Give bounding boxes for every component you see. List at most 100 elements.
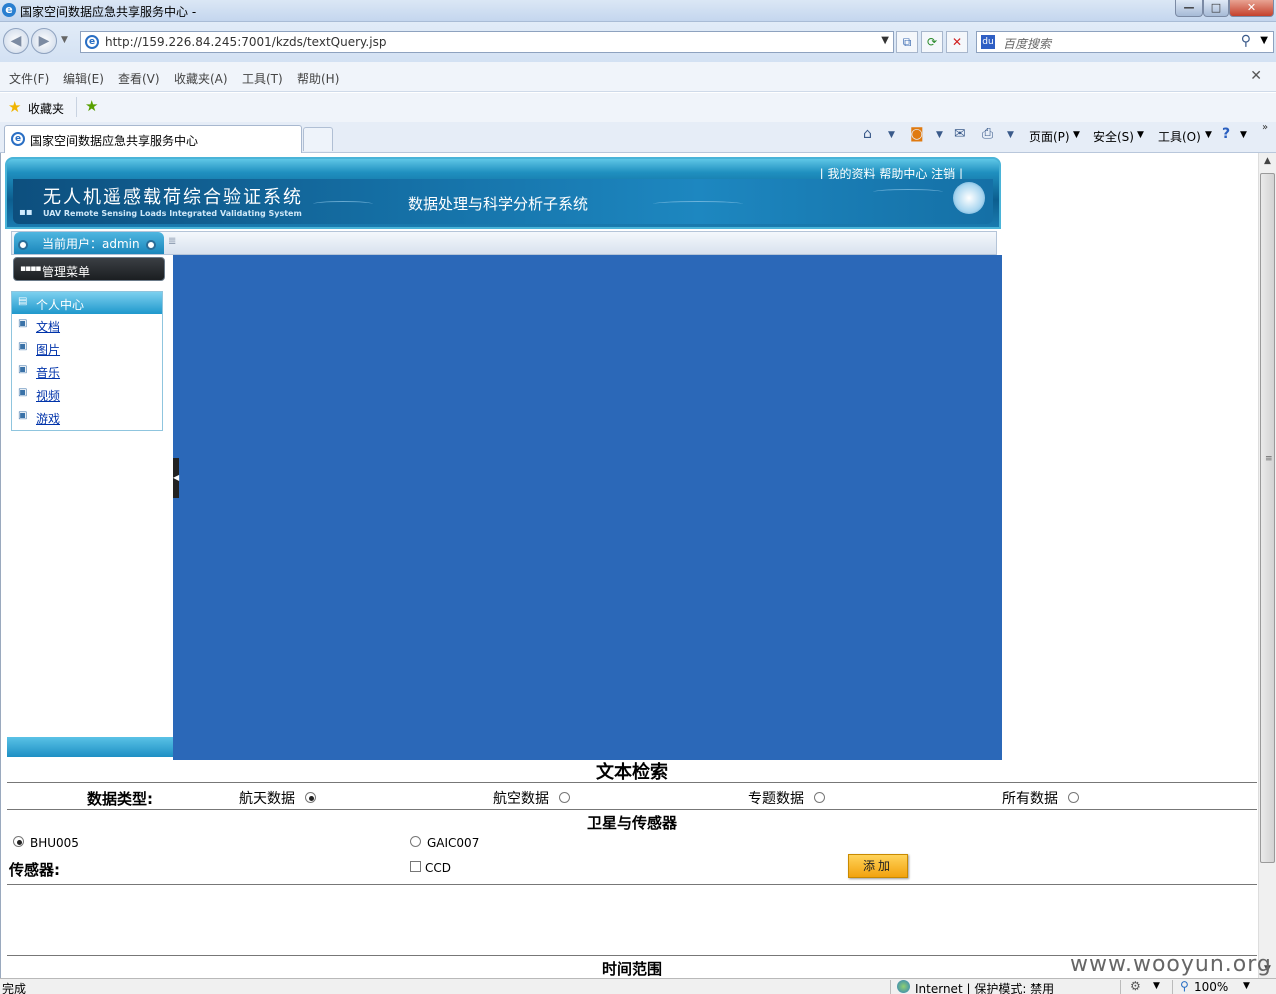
scroll-up-icon[interactable]: ▲ (1259, 153, 1276, 170)
sidebar-item-video[interactable]: ▣ 视频 (18, 385, 158, 405)
security-zone[interactable]: Internet | 保护模式: 禁用 (915, 980, 1054, 994)
radio-button[interactable] (1068, 791, 1079, 803)
sidebar-item-games[interactable]: ▣ 游戏 (18, 408, 158, 428)
url-dropdown-icon[interactable]: ▼ (881, 35, 889, 46)
address-bar-area: ◀ ▶ ▼ e http://159.226.84.245:7001/kzds/… (0, 22, 1276, 62)
menu-help[interactable]: 帮助(H) (297, 70, 339, 87)
print-dropdown-icon[interactable]: ▼ (1007, 130, 1014, 140)
data-type-option-space[interactable]: 航天数据 (239, 788, 316, 808)
search-box[interactable]: du 百度搜索 ⚲ ▼ (976, 31, 1274, 53)
zoom-level[interactable]: 100% (1194, 980, 1228, 994)
tools-menu[interactable]: 工具(O) (1158, 128, 1201, 145)
checkbox[interactable] (410, 861, 421, 872)
radio-button[interactable] (559, 791, 570, 803)
option-label: 专题数据 (748, 791, 804, 807)
menu-favorites[interactable]: 收藏夹(A) (174, 70, 228, 87)
current-user-pill: 当前用户：admin (14, 232, 164, 254)
zoom-icon[interactable]: ⚲ (1180, 979, 1189, 993)
page-ie-icon: e (85, 35, 99, 49)
home-icon[interactable]: ⌂ (863, 126, 872, 142)
menu-file[interactable]: 文件(F) (9, 70, 49, 87)
sidebar-item-label[interactable]: 文档 (36, 318, 60, 335)
minimize-button[interactable]: — (1175, 0, 1203, 17)
sidebar-item-documents[interactable]: ▣ 文档 (18, 316, 158, 336)
ie-app-icon: e (2, 3, 16, 17)
url-text[interactable]: http://159.226.84.245:7001/kzds/textQuer… (105, 35, 386, 49)
sidebar-menu-header: ▪▪▪▪ 管理菜单 (13, 257, 165, 281)
back-button[interactable]: ◀ (3, 28, 29, 54)
radio-button[interactable] (814, 791, 825, 803)
search-dropdown-icon[interactable]: ▼ (1260, 35, 1268, 46)
sensor-label: 传感器: (9, 861, 60, 879)
sidebar-section-title[interactable]: 个人中心 (36, 296, 84, 313)
menu-view[interactable]: 查看(V) (118, 70, 160, 87)
satellite-option-gaic007[interactable]: GAIC007 (410, 836, 479, 850)
chevron-icon[interactable]: » (1262, 122, 1268, 133)
favorites-star-icon[interactable]: ★ (8, 98, 21, 116)
stop-icon[interactable]: ✕ (946, 31, 968, 53)
url-field[interactable]: e http://159.226.84.245:7001/kzds/textQu… (80, 31, 894, 53)
tools-dropdown-icon[interactable]: ▼ (1205, 130, 1212, 140)
add-favorite-icon[interactable]: ★ (85, 97, 98, 115)
popup-blocker-icon[interactable]: ⚙ (1130, 979, 1141, 993)
satellite-option-bhu005[interactable]: BHU005 (13, 836, 79, 850)
window-title: 国家空间数据应急共享服务中心 - (20, 5, 197, 19)
sensor-option-ccd[interactable]: CCD (410, 861, 451, 875)
close-menu-icon[interactable]: ✕ (1250, 68, 1262, 84)
home-dropdown-icon[interactable]: ▼ (888, 130, 895, 140)
search-input[interactable]: 百度搜索 (1003, 35, 1051, 52)
menu-tools[interactable]: 工具(T) (242, 70, 283, 87)
tab-ie-icon: e (11, 132, 25, 146)
search-icon[interactable]: ⚲ (1241, 33, 1251, 49)
sidebar-section-header[interactable]: ▤ 个人中心 (12, 292, 162, 314)
safety-dropdown-icon[interactable]: ▼ (1137, 130, 1144, 140)
zoom-dropdown-icon[interactable]: ▼ (1243, 981, 1250, 991)
tab-title[interactable]: 国家空间数据应急共享服务中心 (30, 132, 198, 149)
page-menu[interactable]: 页面(P) (1029, 128, 1070, 145)
grip-icon: ≡ (1265, 454, 1273, 464)
watermark: www.wooyun.org (1070, 952, 1272, 977)
scroll-thumb[interactable]: ≡ (1260, 173, 1275, 863)
refresh-icon[interactable]: ⟳ (921, 31, 943, 53)
safety-menu[interactable]: 安全(S) (1093, 128, 1134, 145)
mail-icon[interactable]: ✉ (954, 126, 966, 142)
sidebar-item-label[interactable]: 游戏 (36, 410, 60, 427)
tab-active[interactable]: e 国家空间数据应急共享服务中心 (4, 125, 302, 153)
data-type-option-thematic[interactable]: 专题数据 (748, 788, 825, 808)
feeds-icon[interactable]: ◙ (910, 126, 924, 142)
main-frame (173, 255, 1002, 760)
menu-edit[interactable]: 编辑(E) (63, 70, 104, 87)
data-type-option-aviation[interactable]: 航空数据 (493, 788, 570, 808)
sidebar-item-pictures[interactable]: ▣ 图片 (18, 339, 158, 359)
sidebar-item-label[interactable]: 图片 (36, 341, 60, 358)
grid-menu-icon: ▪▪▪▪ (20, 264, 41, 274)
close-window-button[interactable]: ✕ (1229, 0, 1274, 17)
pill-knob-left (18, 240, 28, 250)
favorites-button[interactable]: 收藏夹 (28, 100, 64, 117)
sidebar-item-label[interactable]: 音乐 (36, 364, 60, 381)
collapse-sidebar-handle[interactable]: ◀ (173, 458, 179, 498)
page-dropdown-icon[interactable]: ▼ (1073, 130, 1080, 140)
data-type-row: 数据类型: 航天数据 航空数据 专题数据 所有数据 (7, 782, 1257, 810)
new-tab-button[interactable] (303, 127, 333, 151)
sidebar-item-label[interactable]: 视频 (36, 387, 60, 404)
sidebar-item-music[interactable]: ▣ 音乐 (18, 362, 158, 382)
popup-dropdown-icon[interactable]: ▼ (1153, 981, 1160, 991)
radio-button[interactable] (13, 836, 24, 847)
data-type-option-all[interactable]: 所有数据 (1002, 788, 1079, 808)
compatibility-view-icon[interactable]: ⧉ (896, 31, 918, 53)
maximize-button[interactable]: □ (1203, 0, 1229, 17)
feeds-dropdown-icon[interactable]: ▼ (936, 130, 943, 140)
vertical-scrollbar[interactable]: ▲ ≡ ▼ (1258, 153, 1276, 978)
option-label: CCD (425, 861, 451, 875)
help-dropdown-icon[interactable]: ▼ (1240, 130, 1247, 140)
radio-button[interactable] (305, 791, 316, 803)
history-dropdown-icon[interactable]: ▼ (61, 35, 68, 45)
book-icon: ▤ (18, 296, 28, 307)
radio-button[interactable] (410, 836, 421, 847)
print-icon[interactable]: ⎙ (982, 126, 993, 142)
forward-button[interactable]: ▶ (31, 28, 57, 54)
help-icon[interactable]: ? (1222, 126, 1230, 142)
toggle-lines-icon[interactable]: ≣ (168, 236, 176, 247)
add-button[interactable]: 添加 (848, 854, 908, 878)
